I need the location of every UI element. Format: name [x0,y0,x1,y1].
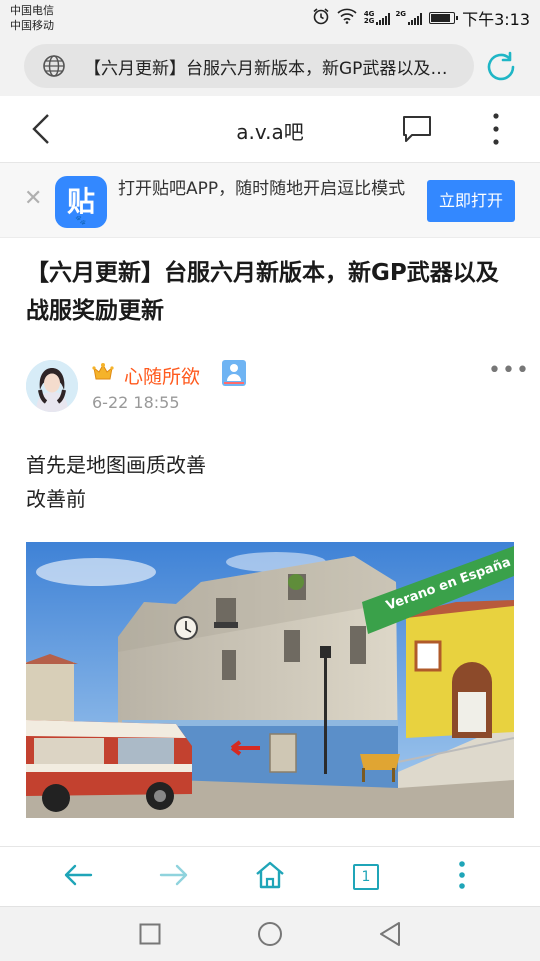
network-type-2: 2G [363,17,375,25]
author-name[interactable]: 心随所欲 [124,362,200,389]
recents-square-icon[interactable] [139,923,161,949]
crown-icon [92,362,114,387]
alarm-icon [312,7,330,29]
home-circle-icon[interactable] [257,921,283,951]
post-title: 【六月更新】台服六月新版本，新GP武器以及战服奖励更新 [26,260,499,324]
post-body: 首先是地图画质改善 改善前 [26,448,206,516]
clock: 下午3:13 [462,10,530,29]
wifi-icon [337,8,357,28]
url-bar[interactable]: 【六月更新】台服六月新版本，新GP武器以及战服奖励更新 [24,44,474,88]
app-promo-text: 打开贴吧APP，随时随地开启逗比模式 [118,179,406,199]
refresh-icon[interactable] [484,50,518,88]
post-more-icon[interactable]: ••• [488,358,530,383]
battery-icon [429,12,459,24]
map-screenshot-image[interactable]: Verano en España [26,542,514,818]
forum-header: a.v.a吧 [0,96,540,163]
post-body-line-1: 首先是地图画质改善 [26,453,206,477]
more-vertical-icon [458,860,466,894]
url-title[interactable]: 【六月更新】台服六月新版本，新GP武器以及战服奖励更新 [84,54,462,79]
tieba-app-icon: 贴 🐾 [55,176,107,228]
carrier-2: 中国移动 [10,19,54,32]
nav-forward-button[interactable] [120,847,228,907]
tabs-count: 1 [353,864,379,890]
comment-icon[interactable] [402,114,432,148]
system-navigation-bar [0,906,540,961]
avatar[interactable] [26,360,78,412]
nav-tabs-button[interactable]: 1 [312,847,420,907]
nav-home-button[interactable] [216,847,324,907]
open-app-button[interactable]: 立即打开 [427,180,515,222]
more-vertical-icon[interactable] [492,112,500,150]
carrier-1: 中国电信 [10,4,54,17]
globe-icon [42,54,66,82]
back-triangle-icon[interactable] [378,921,402,951]
forward-arrow-icon [159,863,189,891]
network-type-3: 2G [395,10,407,18]
status-bar: 中国电信 中国移动 4G 2G 2G 下午3:13 [0,0,540,36]
nav-menu-button[interactable] [408,847,516,907]
browser-bottom-nav: 1 [0,846,540,907]
nav-back-button[interactable] [24,847,132,907]
post-date: 6-22 18:55 [92,393,180,412]
back-arrow-icon [63,863,93,891]
verified-user-badge-icon [222,360,246,386]
forum-title: a.v.a吧 [236,120,304,144]
post-body-line-2: 改善前 [26,487,86,511]
paw-icon: 🐾 [75,216,87,226]
app-icon-char: 贴 [66,185,95,218]
signal-icon: 4G 2G 2G [363,10,423,25]
home-icon [254,860,286,894]
close-icon[interactable]: ✕ [24,186,42,211]
